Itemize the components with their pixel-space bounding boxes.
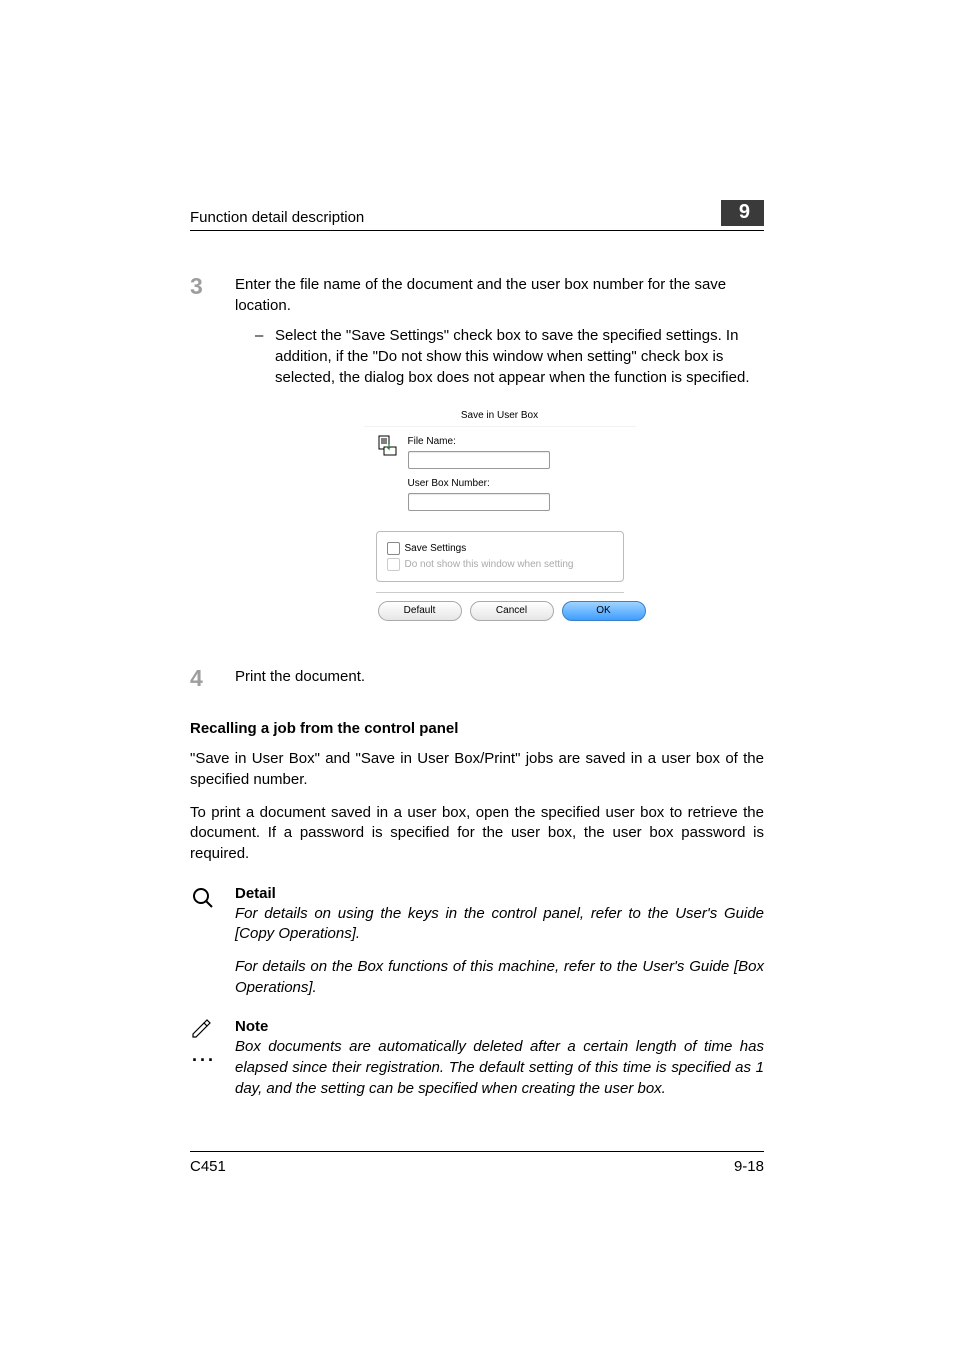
ellipsis-icon: ...	[192, 1045, 216, 1065]
file-name-label: File Name:	[408, 435, 624, 449]
chapter-badge: 9	[721, 200, 764, 226]
dialog-title: Save in User Box	[364, 406, 636, 427]
paragraph: "Save in User Box" and "Save in User Box…	[190, 749, 764, 790]
step-text: Enter the file name of the document and …	[235, 276, 726, 314]
step-number: 4	[190, 667, 235, 690]
dialog-figure: Save in User Box	[235, 406, 764, 629]
detail-text: For details on the Box functions of this…	[235, 957, 764, 998]
step-body: Enter the file name of the document and …	[235, 275, 764, 629]
sub-item: – Select the "Save Settings" check box t…	[255, 326, 764, 388]
detail-title: Detail	[235, 885, 764, 902]
checkbox-icon[interactable]	[387, 542, 400, 555]
header-title: Function detail description	[190, 209, 364, 226]
page-header: Function detail description 9	[190, 200, 764, 231]
sub-text: Select the "Save Settings" check box to …	[275, 326, 764, 388]
user-box-number-input[interactable]	[408, 493, 550, 511]
separator	[376, 592, 624, 593]
default-button[interactable]: Default	[378, 601, 462, 621]
do-not-show-row: Do not show this window when setting	[387, 558, 613, 572]
detail-text: For details on using the keys in the con…	[235, 904, 764, 945]
dialog-body: File Name: User Box Number: Save Setting…	[364, 427, 636, 629]
checkbox-icon	[387, 558, 400, 571]
settings-group: Save Settings Do not show this window wh…	[376, 531, 624, 583]
save-in-user-box-dialog: Save in User Box	[364, 406, 636, 629]
pen-icon: ...	[190, 1018, 235, 1099]
cancel-button[interactable]: Cancel	[470, 601, 554, 621]
note-text: Box documents are automatically deleted …	[235, 1037, 764, 1099]
page-number: 9-18	[734, 1158, 764, 1175]
file-name-input[interactable]	[408, 451, 550, 469]
step-sublist: – Select the "Save Settings" check box t…	[235, 326, 764, 388]
note-callout: ... Note Box documents are automatically…	[190, 1018, 764, 1099]
user-box-number-label: User Box Number:	[408, 477, 624, 491]
dash: –	[255, 326, 275, 388]
model-label: C451	[190, 1158, 226, 1175]
paragraph: To print a document saved in a user box,…	[190, 803, 764, 865]
magnifier-icon	[190, 885, 235, 999]
detail-callout: Detail For details on using the keys in …	[190, 885, 764, 999]
ok-button[interactable]: OK	[562, 601, 646, 621]
save-settings-row[interactable]: Save Settings	[387, 542, 613, 556]
page: Function detail description 9 3 Enter th…	[0, 0, 954, 1350]
do-not-show-label: Do not show this window when setting	[405, 558, 574, 572]
page-footer: C451 9-18	[190, 1151, 764, 1175]
section-heading: Recalling a job from the control panel	[190, 720, 764, 737]
step-3: 3 Enter the file name of the document an…	[190, 275, 764, 629]
step-4: 4 Print the document.	[190, 667, 764, 690]
step-number: 3	[190, 275, 235, 629]
step-text: Print the document.	[235, 667, 764, 690]
printer-box-icon	[376, 435, 398, 519]
note-title: Note	[235, 1018, 764, 1035]
save-settings-label: Save Settings	[405, 542, 467, 556]
